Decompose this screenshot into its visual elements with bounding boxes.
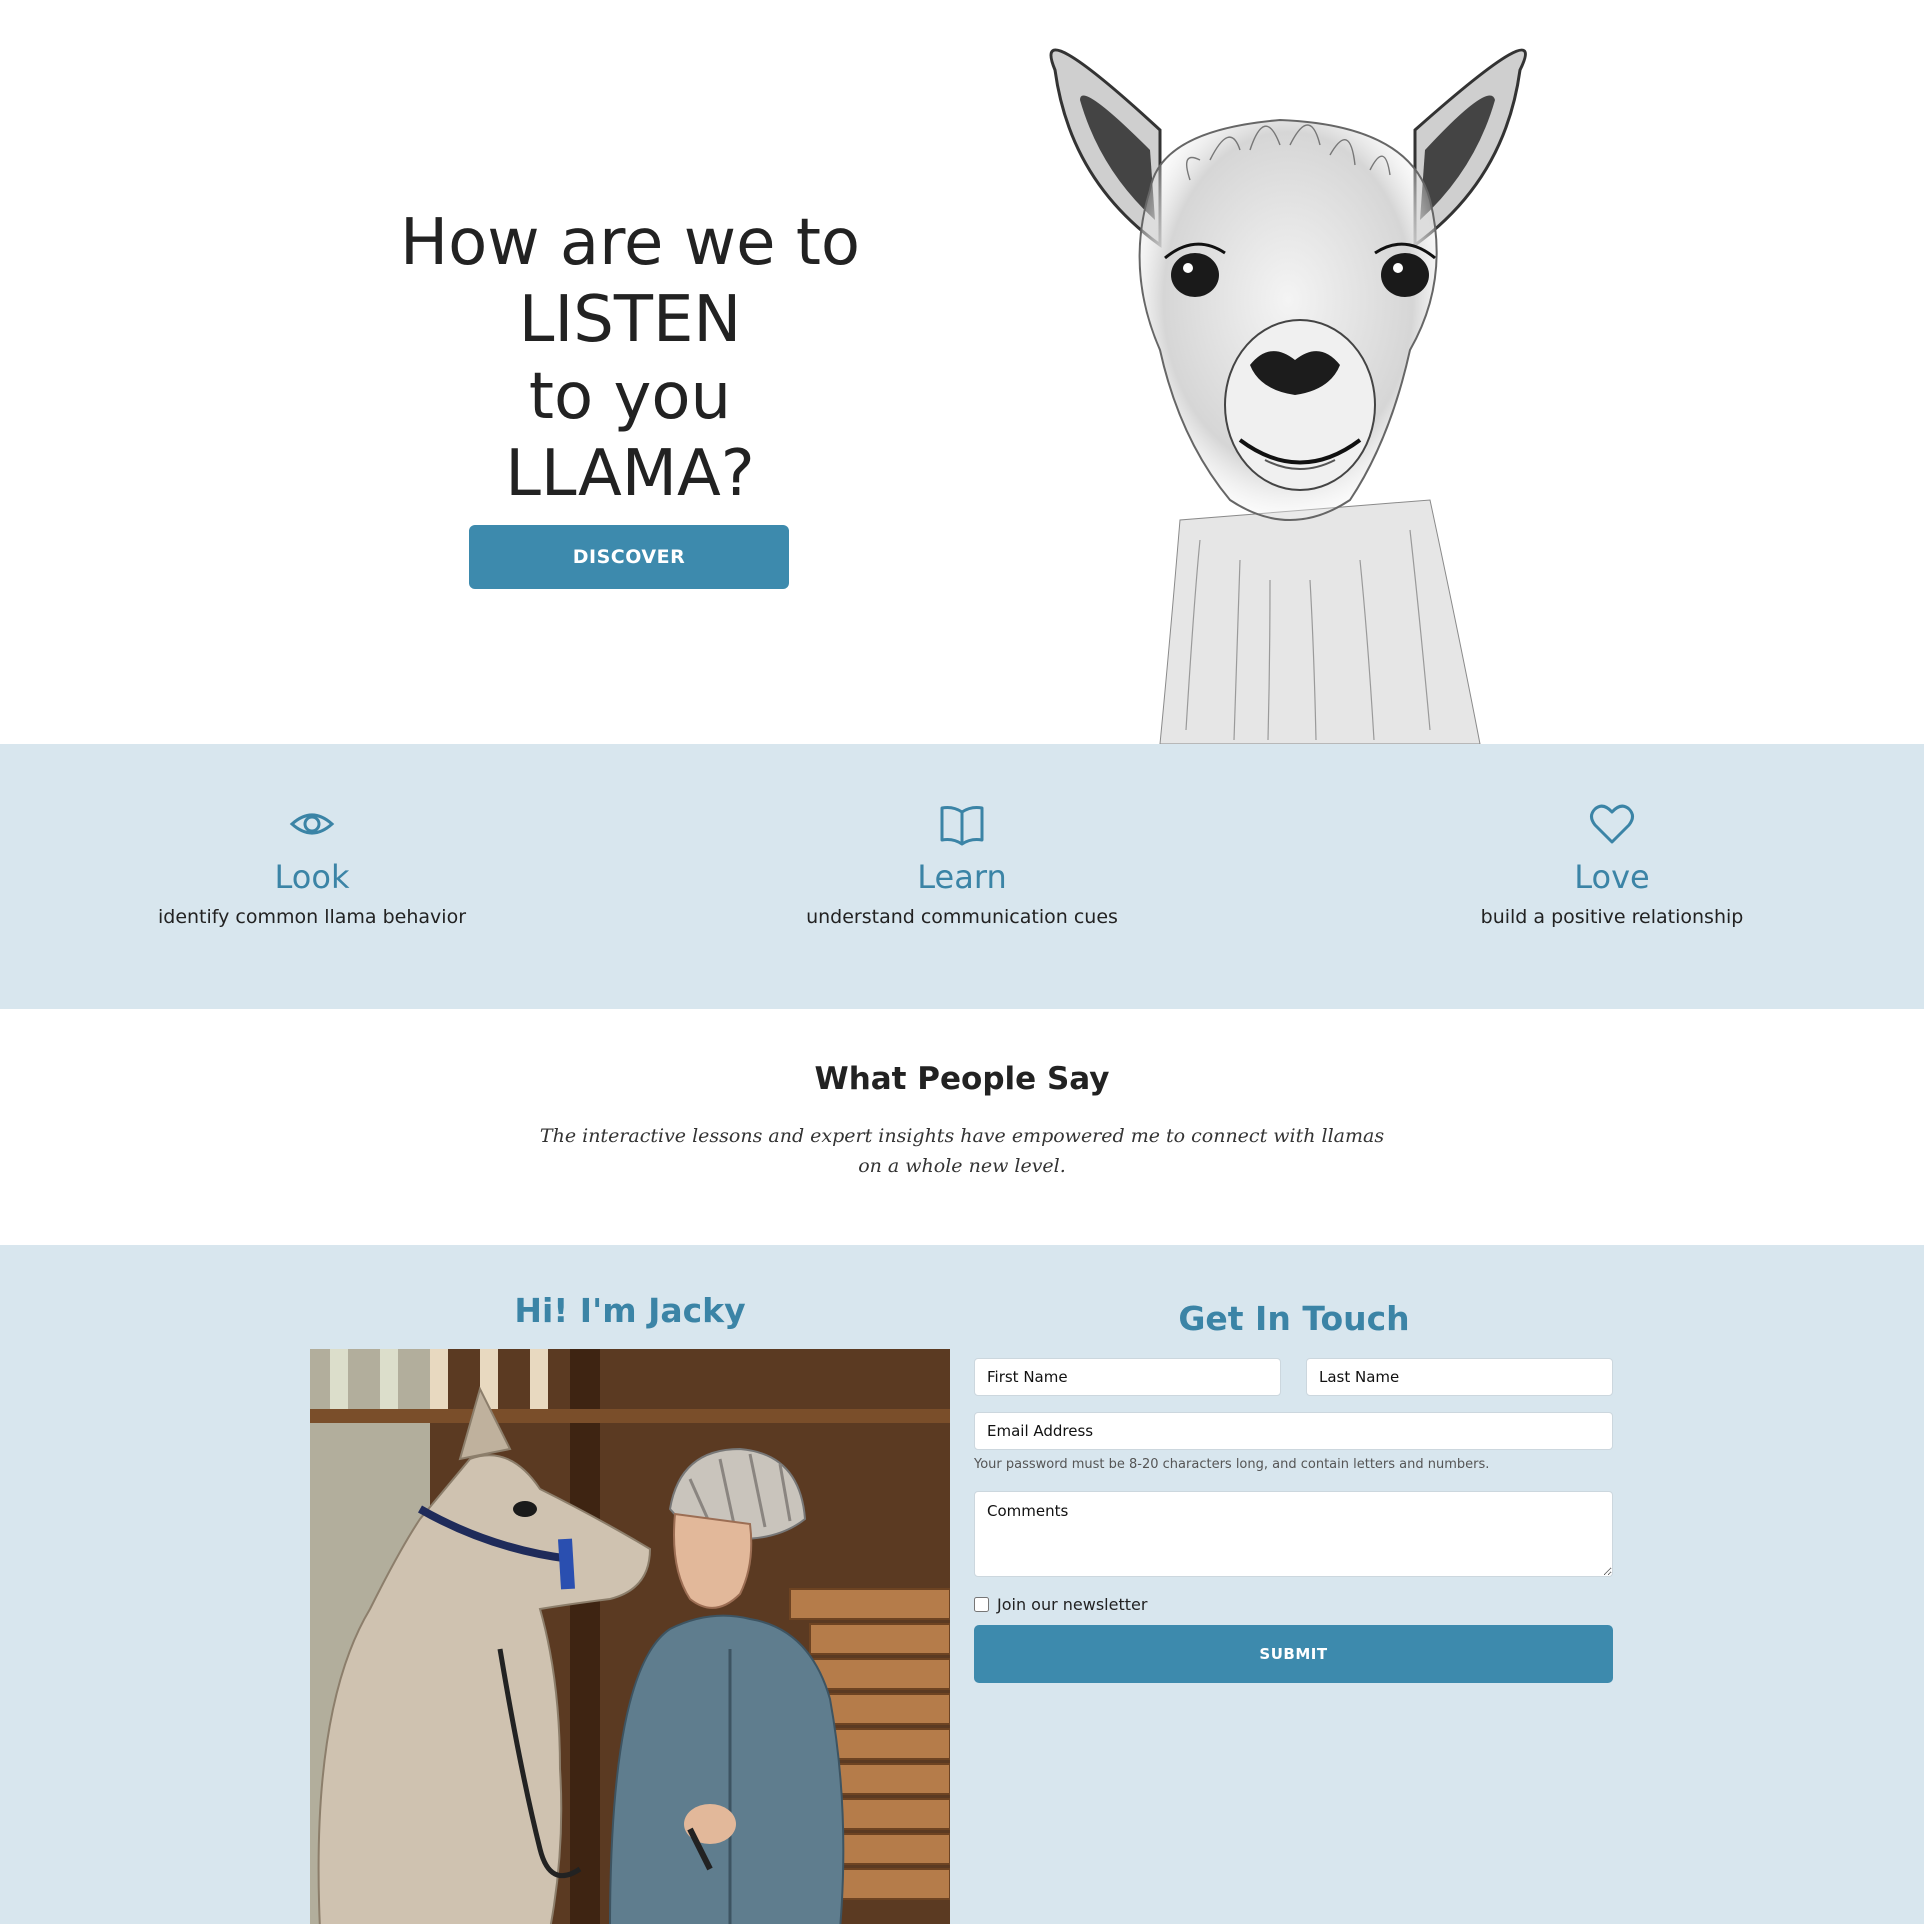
jacky-llama-photo: [310, 1349, 950, 1924]
features-section: Look identify common llama behavior Lear…: [0, 744, 1924, 1009]
first-name-input[interactable]: [974, 1358, 1281, 1396]
feature-description: identify common llama behavior: [157, 906, 467, 928]
feature-description: build a positive relationship: [1480, 906, 1744, 928]
about-contact-section: Hi! I'm Jacky Get In Touch First Name La…: [0, 1245, 1924, 1924]
feature-description: understand communication cues: [806, 906, 1118, 928]
heart-icon: [1590, 804, 1634, 844]
submit-button[interactable]: SUBMIT: [974, 1625, 1613, 1683]
about-title: Hi! I'm Jacky: [514, 1291, 746, 1330]
contact-title: Get In Touch: [1178, 1299, 1410, 1338]
feature-look: Look identify common llama behavior: [62, 800, 562, 928]
hero-heading-line: to you: [528, 360, 732, 434]
newsletter-option[interactable]: Join our newsletter: [974, 1595, 1147, 1614]
hero-heading-line: LLAMA?: [505, 437, 755, 511]
feature-learn: Learn understand communication cues: [712, 800, 1212, 928]
hero-heading: How are we to LISTEN to you LLAMA?: [380, 205, 880, 513]
hero-heading-line: How are we to: [399, 206, 861, 280]
llama-sketch-image: [1049, 48, 1527, 744]
newsletter-label: Join our newsletter: [997, 1595, 1148, 1614]
feature-title: Learn: [917, 858, 1007, 896]
feature-title: Love: [1574, 858, 1650, 896]
testimonial-quote: The interactive lessons and expert insig…: [539, 1125, 1385, 1177]
comments-textarea[interactable]: [974, 1491, 1613, 1577]
eye-icon: [289, 813, 335, 835]
newsletter-checkbox[interactable]: [974, 1597, 989, 1612]
testimonial-section: What People Say The interactive lessons …: [0, 1009, 1924, 1245]
email-help-text: Your password must be 8-20 characters lo…: [974, 1457, 1490, 1472]
book-icon: [940, 806, 984, 846]
last-name-input[interactable]: [1306, 1358, 1613, 1396]
hero-heading-line: LISTEN: [518, 283, 742, 357]
discover-button[interactable]: DISCOVER: [469, 525, 789, 589]
feature-title: Look: [274, 858, 350, 896]
feature-love: Love build a positive relationship: [1362, 800, 1862, 928]
testimonial-title: What People Say: [814, 1061, 1110, 1097]
email-input[interactable]: [974, 1412, 1613, 1450]
hero-section: How are we to LISTEN to you LLAMA? DISCO…: [0, 0, 1924, 744]
